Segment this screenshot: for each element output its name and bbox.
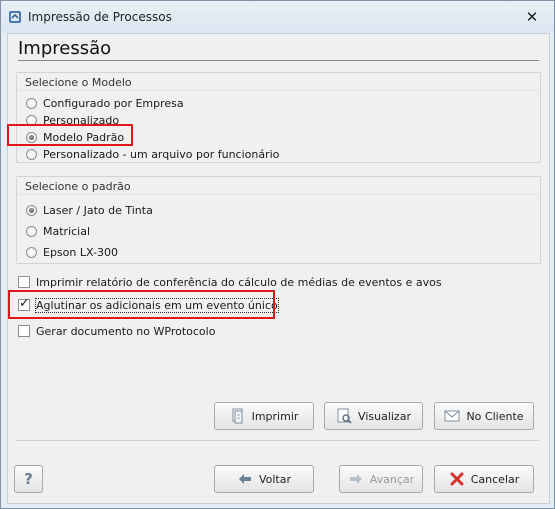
view-label: Visualizar: [358, 409, 411, 423]
view-button[interactable]: Visualizar: [324, 402, 423, 430]
title-divider: [18, 60, 539, 61]
checkbox-label: Imprimir relatório de conferência do cál…: [36, 275, 442, 289]
checkbox[interactable]: [18, 276, 30, 288]
view-icon: [337, 408, 352, 424]
pattern-option-epson[interactable]: Epson LX-300: [26, 244, 118, 260]
client-button[interactable]: No Cliente: [434, 402, 534, 430]
checkbox-wprotocolo[interactable]: Gerar documento no WProtocolo: [18, 323, 215, 339]
window-title: Impressão de Processos: [28, 10, 172, 24]
help-icon[interactable]: ?: [14, 465, 43, 493]
envelope-icon: [444, 410, 460, 422]
back-label: Voltar: [258, 472, 292, 486]
radio-button[interactable]: [26, 148, 37, 160]
back-button[interactable]: Voltar: [214, 465, 314, 493]
dialog-window: Impressão de Processos ✕ Impressão Selec…: [0, 0, 555, 509]
page-title: Impressão: [18, 38, 112, 59]
model-group-title: Selecione o Modelo: [25, 76, 132, 89]
checkbox-label: Gerar documento no WProtocolo: [36, 324, 216, 338]
footer-divider: [16, 440, 539, 441]
group-divider: [18, 194, 539, 195]
dialog-body: Impressão Selecione o Modelo Configurado…: [7, 33, 550, 504]
print-label: Imprimir: [251, 409, 299, 423]
model-group: Selecione o Modelo Configurado por Empre…: [16, 72, 541, 163]
pattern-option-matricial[interactable]: Matricial: [26, 223, 90, 239]
checkbox[interactable]: [18, 325, 30, 337]
print-button[interactable]: Imprimir: [214, 402, 314, 430]
arrow-right-icon: [349, 474, 362, 484]
radio-button[interactable]: [26, 246, 37, 258]
close-icon[interactable]: ✕: [521, 7, 543, 27]
model-option-empresa[interactable]: Configurado por Empresa: [26, 95, 184, 111]
radio-button[interactable]: [26, 97, 37, 109]
checkbox-conferencia[interactable]: Imprimir relatório de conferência do cál…: [18, 274, 442, 290]
highlight-aglutinar: [8, 290, 275, 319]
cancel-label: Cancelar: [470, 472, 520, 486]
option-label: Personalizado - um arquivo por funcionár…: [43, 147, 280, 161]
cancel-x-icon: [450, 472, 464, 486]
pattern-group: Selecione o padrão Laser / Jato de Tinta…: [16, 176, 541, 264]
next-label: Avançar: [369, 472, 415, 486]
option-label: Configurado por Empresa: [43, 96, 184, 110]
model-option-por-funcionario[interactable]: Personalizado - um arquivo por funcionár…: [26, 146, 279, 162]
option-label: Epson LX-300: [43, 245, 118, 259]
title-bar: Impressão de Processos ✕: [1, 1, 554, 33]
pattern-option-laser[interactable]: Laser / Jato de Tinta: [26, 202, 153, 218]
option-label: Matricial: [43, 224, 91, 238]
pattern-group-title: Selecione o padrão: [25, 180, 131, 193]
app-icon: [9, 11, 21, 23]
client-label: No Cliente: [466, 409, 524, 423]
next-button[interactable]: Avançar: [339, 465, 423, 493]
print-icon: [232, 408, 243, 424]
option-label: Laser / Jato de Tinta: [43, 203, 153, 217]
group-divider: [18, 90, 539, 91]
highlight-model-padrao: [7, 124, 133, 146]
cancel-button[interactable]: Cancelar: [434, 465, 534, 493]
arrow-left-icon: [238, 474, 251, 484]
radio-button[interactable]: [26, 225, 37, 237]
radio-button-selected[interactable]: [26, 204, 37, 216]
